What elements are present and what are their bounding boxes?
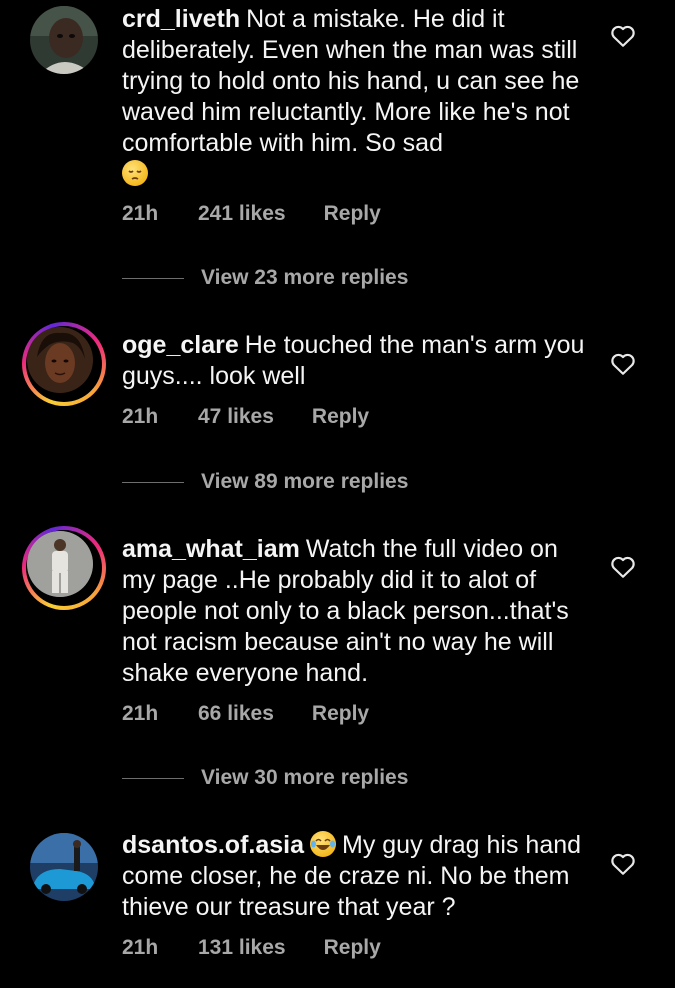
comment-meta: 21h 131 likes Reply (122, 936, 381, 960)
username[interactable]: crd_liveth (122, 5, 240, 33)
like-heart-icon[interactable] (610, 352, 636, 376)
like-heart-icon[interactable] (610, 24, 636, 48)
like-heart-icon[interactable] (610, 852, 636, 876)
reply-button[interactable]: Reply (324, 202, 381, 226)
avatar[interactable] (30, 833, 98, 901)
avatar-image (27, 327, 93, 393)
reply-button[interactable]: Reply (312, 405, 369, 429)
view-replies-button[interactable]: View 30 more replies (122, 766, 408, 790)
pensive-face-emoji (122, 160, 148, 186)
reply-button[interactable]: Reply (324, 936, 381, 960)
like-heart-icon[interactable] (610, 555, 636, 579)
timestamp: 21h (122, 702, 159, 725)
avatar-image (27, 531, 93, 597)
timestamp: 21h (122, 936, 159, 959)
like-count[interactable]: 66 likes (198, 702, 274, 726)
avatar[interactable] (30, 6, 98, 74)
comment-body: crd_liveth Not a mistake. He did it delib… (122, 4, 592, 190)
comment-body: ama_what_iam Watch the full video on my p… (122, 534, 592, 689)
view-replies-label: View 30 more replies (201, 766, 409, 789)
comment-meta: 21h 66 likes Reply (122, 702, 369, 726)
view-replies-button[interactable]: View 89 more replies (122, 470, 408, 494)
like-count[interactable]: 47 likes (198, 405, 274, 429)
divider (122, 277, 184, 279)
divider (122, 481, 184, 483)
reply-button[interactable]: Reply (312, 702, 369, 726)
comment-body: oge_clare He touched the man's arm you gu… (122, 330, 592, 392)
like-count[interactable]: 241 likes (198, 202, 286, 226)
username[interactable]: oge_clare (122, 331, 239, 359)
view-replies-label: View 89 more replies (201, 470, 409, 493)
view-replies-button[interactable]: View 23 more replies (122, 266, 408, 290)
comment-meta: 21h 241 likes Reply (122, 202, 381, 226)
tears-of-joy-emoji (310, 831, 336, 857)
username[interactable]: ama_what_iam (122, 535, 300, 563)
timestamp: 21h (122, 202, 159, 225)
comment-meta: 21h 47 likes Reply (122, 405, 369, 429)
view-replies-label: View 23 more replies (201, 266, 409, 289)
avatar[interactable] (22, 322, 106, 406)
timestamp: 21h (122, 405, 159, 428)
avatar[interactable] (22, 526, 106, 610)
divider (122, 777, 184, 779)
username[interactable]: dsantos.of.asia (122, 831, 304, 859)
comment-body: dsantos.of.asia My guy drag his hand com… (122, 830, 592, 923)
like-count[interactable]: 131 likes (198, 936, 286, 960)
